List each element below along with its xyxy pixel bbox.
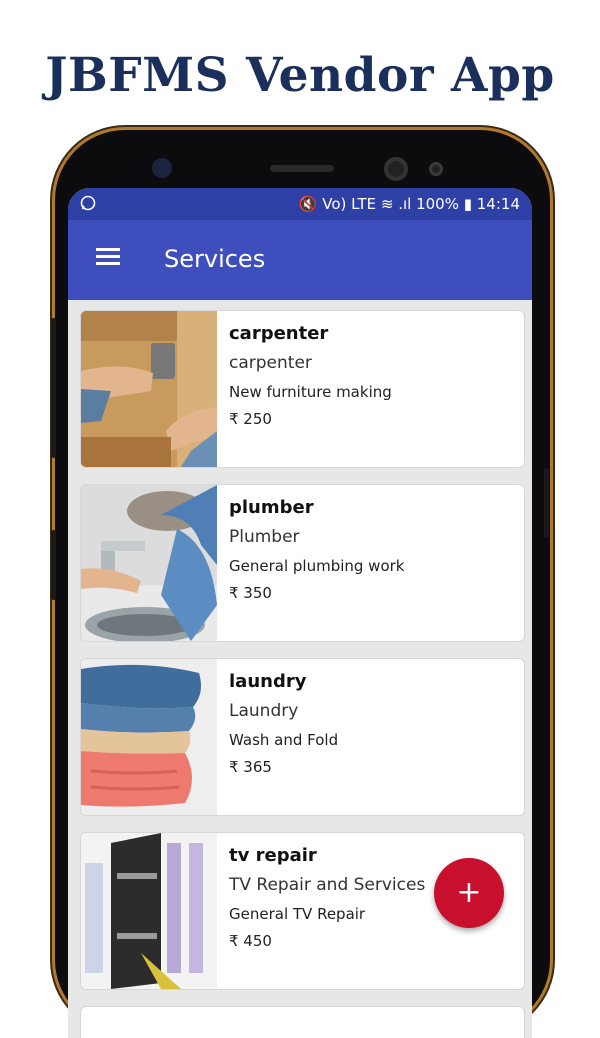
service-description: Wash and Fold (229, 731, 339, 749)
bixby-button (51, 530, 56, 600)
power-button (544, 468, 549, 538)
promo-title: JBFMS Vendor App (45, 48, 555, 103)
laundry-photo (81, 659, 217, 815)
volume-button (51, 318, 56, 458)
service-name: tv repair (229, 845, 317, 866)
service-category: Laundry (229, 701, 299, 721)
signal-icons: 🔇 Vo) LTE ≋ .ıl (298, 195, 412, 213)
front-sensor (152, 158, 172, 178)
service-card-partial[interactable] (80, 1006, 525, 1038)
status-indicators: 🔇 Vo) LTE ≋ .ıl 100% ▮ 14:14 (299, 195, 520, 213)
service-name: carpenter (229, 323, 329, 344)
service-name: laundry (229, 671, 307, 692)
app-bar-title: Services (164, 245, 266, 273)
tv-repair-photo (81, 833, 217, 989)
service-description: General TV Repair (229, 905, 366, 923)
status-bar: 🔇 Vo) LTE ≋ .ıl 100% ▮ 14:14 (68, 188, 532, 220)
battery-indicator: 100% ▮ (416, 195, 472, 213)
whatsapp-icon (80, 195, 96, 215)
app-bar: Services (68, 220, 532, 300)
service-card-carpenter[interactable]: carpenter carpenter New furniture making… (80, 310, 525, 468)
service-card-plumber[interactable]: plumber Plumber General plumbing work ₹ … (80, 484, 525, 642)
plumber-photo (81, 485, 217, 641)
clock: 14:14 (476, 195, 520, 213)
service-price: ₹ 450 (229, 932, 272, 950)
service-description: General plumbing work (229, 557, 405, 575)
service-category: TV Repair and Services (229, 875, 426, 895)
add-service-button[interactable]: + (434, 858, 504, 928)
service-category: Plumber (229, 527, 300, 547)
service-price: ₹ 250 (229, 410, 272, 428)
earpiece-speaker (270, 165, 334, 172)
front-camera (384, 157, 408, 181)
service-card-laundry[interactable]: laundry Laundry Wash and Fold ₹ 365 (80, 658, 525, 816)
service-price: ₹ 365 (229, 758, 272, 776)
iris-sensor (429, 162, 443, 176)
service-price: ₹ 350 (229, 584, 272, 602)
services-list: carpenter carpenter New furniture making… (80, 310, 525, 1038)
service-name: plumber (229, 497, 314, 518)
service-category: carpenter (229, 353, 312, 373)
carpenter-photo (81, 311, 217, 467)
service-description: New furniture making (229, 383, 392, 401)
hamburger-menu-icon[interactable] (96, 248, 120, 266)
